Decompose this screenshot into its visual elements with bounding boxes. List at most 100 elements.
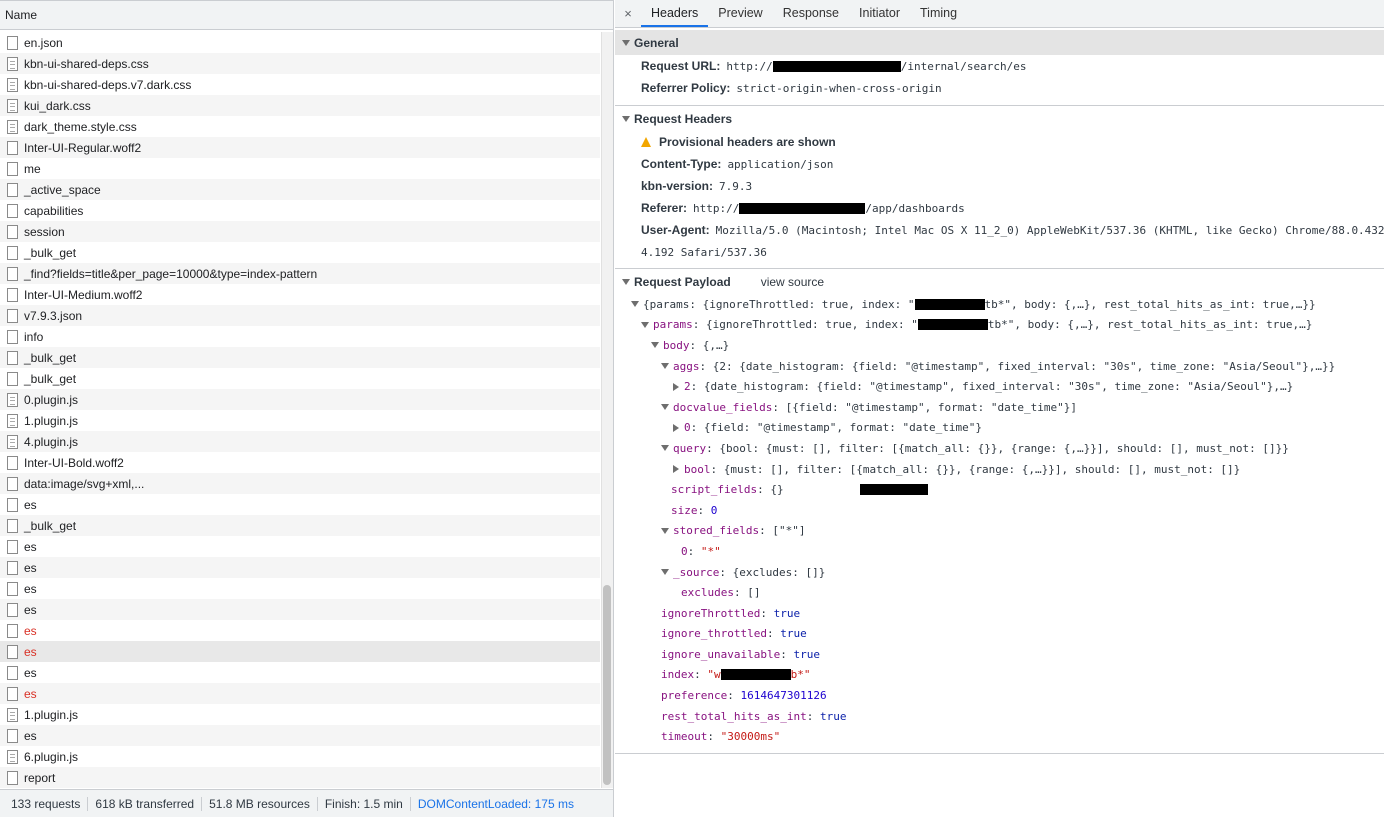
warning-icon	[641, 137, 651, 147]
general-section-toggle[interactable]: General	[615, 30, 1384, 55]
tree-key: ignore_throttled	[661, 627, 767, 641]
file-text-icon	[7, 119, 18, 134]
request-name: Inter-UI-Medium.woff2	[24, 287, 143, 302]
tree-text: : {must: [], filter: [{match_all: {}}, {…	[710, 462, 1241, 476]
request-name: _find?fields=title&per_page=10000&type=i…	[24, 266, 318, 281]
tree-node: script_fields : {}	[615, 479, 1384, 500]
request-row[interactable]: _bulk_get	[0, 368, 600, 389]
request-name: kbn-ui-shared-deps.v7.dark.css	[24, 77, 192, 92]
tab-response[interactable]: Response	[773, 0, 849, 27]
file-text-icon	[7, 413, 18, 428]
tree-node: preference : 1614647301126	[661, 689, 827, 703]
request-name: es	[24, 497, 37, 512]
tree-text: : {bool: {must: [], filter: [{match_all:…	[706, 441, 1289, 455]
request-row[interactable]: Inter-UI-Medium.woff2	[0, 284, 600, 305]
request-row[interactable]: 1.plugin.js	[0, 704, 600, 725]
request-row[interactable]: v7.9.3.json	[0, 305, 600, 326]
tree-key: stored_fields	[673, 524, 760, 538]
tree-node[interactable]: body : {,…}	[615, 335, 1384, 356]
tab-initiator[interactable]: Initiator	[849, 0, 910, 27]
request-row[interactable]: es	[0, 641, 600, 662]
tree-node[interactable]: docvalue_fields : [{field: "@timestamp",…	[615, 397, 1384, 418]
request-list-pane: Name en.json kbn-ui-shared-deps.css kbn-ui…	[0, 0, 614, 817]
request-row[interactable]: kbn-ui-shared-deps.v7.dark.css	[0, 74, 600, 95]
file-icon	[7, 602, 18, 617]
request-row[interactable]: capabilities	[0, 200, 600, 221]
file-icon	[7, 728, 18, 743]
referrer-policy-label: Referrer Policy:	[641, 81, 731, 95]
tab-preview[interactable]: Preview	[708, 0, 772, 27]
close-icon[interactable]: ×	[615, 0, 641, 27]
tree-key: query	[673, 441, 707, 455]
tree-key: rest_total_hits_as_int	[661, 709, 807, 723]
tab-timing[interactable]: Timing	[910, 0, 967, 27]
request-row[interactable]: report	[0, 767, 600, 788]
request-row[interactable]: 6.plugin.js	[0, 746, 600, 767]
request-name: es	[24, 623, 37, 638]
request-row[interactable]: data:image/svg+xml,...	[0, 473, 600, 494]
request-row[interactable]: _active_space	[0, 179, 600, 200]
request-row[interactable]: _bulk_get	[0, 515, 600, 536]
tree-node[interactable]: params : {ignoreThrottled: true, index: …	[615, 315, 1384, 336]
request-row[interactable]: en.json	[0, 32, 600, 53]
expand-triangle-icon	[661, 569, 669, 576]
tree-node[interactable]: aggs : {2: {date_histogram: {field: "@ti…	[615, 356, 1384, 377]
tree-text: : {field: "@timestamp", format: "date_ti…	[690, 421, 983, 435]
file-icon	[7, 329, 18, 344]
tree-node[interactable]: stored_fields : ["*"]	[615, 521, 1384, 542]
request-row[interactable]: es	[0, 494, 600, 515]
request-name: es	[24, 560, 37, 575]
request-row[interactable]: Inter-UI-Regular.woff2	[0, 137, 600, 158]
tree-node[interactable]: 2 : {date_histogram: {field: "@timestamp…	[615, 376, 1384, 397]
tree-key: timeout	[661, 730, 708, 744]
tree-node[interactable]: {params: {ignoreThrottled: true, index: …	[615, 294, 1384, 315]
request-row[interactable]: es	[0, 620, 600, 641]
request-row[interactable]: es	[0, 662, 600, 683]
request-row[interactable]: info	[0, 326, 600, 347]
request-row[interactable]: 1.plugin.js	[0, 410, 600, 431]
tree-key: bool	[684, 462, 711, 476]
view-source-link[interactable]: view source	[761, 275, 824, 289]
request-row[interactable]: es	[0, 557, 600, 578]
referer-label: Referer:	[641, 201, 688, 215]
tree-node[interactable]: query : {bool: {must: [], filter: [{matc…	[615, 438, 1384, 459]
request-row[interactable]: _find?fields=title&per_page=10000&type=i…	[0, 263, 600, 284]
request-name: dark_theme.style.css	[24, 119, 137, 134]
request-row[interactable]: _bulk_get	[0, 242, 600, 263]
name-column-header[interactable]: Name	[0, 0, 613, 30]
request-row[interactable]: kbn-ui-shared-deps.css	[0, 53, 600, 74]
request-row[interactable]: Inter-UI-Bold.woff2	[0, 452, 600, 473]
request-row[interactable]: me	[0, 158, 600, 179]
request-name: _bulk_get	[24, 371, 77, 386]
tree-text: tb*", body: {,…}, rest_total_hits_as_int…	[987, 318, 1313, 332]
request-list[interactable]: en.json kbn-ui-shared-deps.css kbn-ui-shar…	[0, 32, 600, 788]
request-row[interactable]: es	[0, 599, 600, 620]
request-row[interactable]: session	[0, 221, 600, 242]
provisional-warning: Provisional headers are shown	[615, 131, 1384, 153]
request-payload-section-toggle[interactable]: Request Payload view source	[615, 269, 1384, 294]
details-tabbar: × Headers Preview Response Initiator Tim…	[615, 0, 1384, 28]
request-row[interactable]: es	[0, 725, 600, 746]
tree-node[interactable]: _source : {excludes: []}	[615, 562, 1384, 583]
request-row[interactable]: kui_dark.css	[0, 95, 600, 116]
request-row[interactable]: _bulk_get	[0, 347, 600, 368]
request-row[interactable]: es	[0, 683, 600, 704]
provisional-warning-text: Provisional headers are shown	[659, 135, 836, 149]
request-headers-section-toggle[interactable]: Request Headers	[615, 106, 1384, 131]
request-name: es	[24, 539, 37, 554]
request-row[interactable]: 0.plugin.js	[0, 389, 600, 410]
file-icon	[7, 686, 18, 701]
request-row[interactable]: dark_theme.style.css	[0, 116, 600, 137]
request-row[interactable]: es	[0, 578, 600, 599]
tree-node[interactable]: bool : {must: [], filter: [{match_all: {…	[615, 459, 1384, 480]
tree-node[interactable]: 0 : {field: "@timestamp", format: "date_…	[615, 418, 1384, 439]
request-name: info	[24, 329, 44, 344]
request-row[interactable]: 4.plugin.js	[0, 431, 600, 452]
content-type-value: application/json	[727, 157, 834, 171]
scrollbar-thumb[interactable]	[603, 585, 611, 785]
status-bar: 133 requests 618 kB transferred 51.8 MB …	[0, 789, 613, 817]
tree-text: : []	[733, 586, 761, 600]
tree-value: 1614647301126	[740, 689, 827, 703]
tab-headers[interactable]: Headers	[641, 0, 709, 27]
request-row[interactable]: es	[0, 536, 600, 557]
